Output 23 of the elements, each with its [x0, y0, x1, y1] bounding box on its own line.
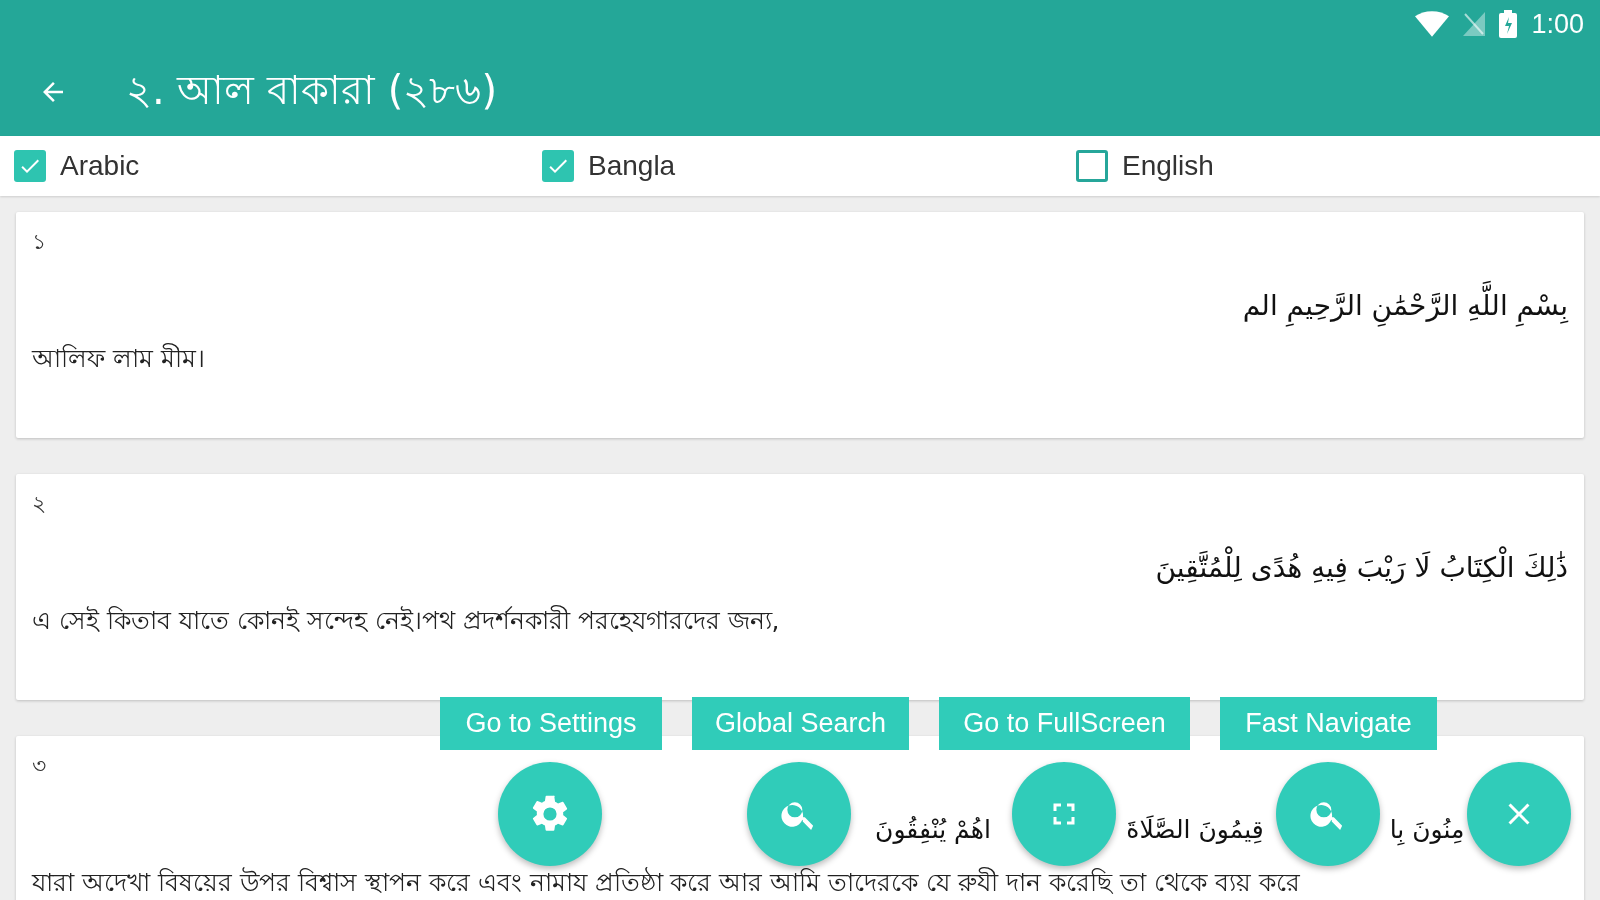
screen-title: ২. আল বাকারা (২৮৬)	[126, 65, 498, 115]
arabic-text: ذَٰلِكَ الْكِتَابُ لَا رَيْبَ فِيهِ هُدًى لِلْمُتَّقِينَ	[1155, 544, 1568, 592]
no-signal-icon	[1463, 12, 1486, 36]
bangla-translation: এ সেই কিতাব যাতে কোনই সন্দেহ নেই।পথ প্রদর্শনকারী পরহেযগারদের জন্য,	[32, 606, 780, 635]
wifi-icon	[1415, 11, 1450, 37]
language-checkbox[interactable]: Arabic	[14, 150, 542, 182]
action-label[interactable]: Fast Navigate	[1220, 697, 1437, 750]
action-label[interactable]: Global Search	[692, 697, 909, 750]
bangla-translation: যারা অদেখা বিষয়ের উপর বিশ্বাস স্থাপন করে এবং নামায প্রতিষ্ঠা করে আর আমি তাদেরকে যে রুযী দান করেছি তা থেকে ব্যয় করে	[32, 868, 1300, 897]
verse-number: ৩	[32, 753, 46, 778]
arabic-text: اهُمْ يُنْفِقُونَ	[874, 813, 992, 846]
language-checkbox[interactable]: Bangla	[542, 150, 1076, 182]
arabic-text: بِسْمِ اللَّهِ الرَّحْمَٰنِ الرَّحِيمِ الم	[1242, 282, 1568, 330]
action-label[interactable]: Go to FullScreen	[939, 697, 1190, 750]
arabic-text: مِنُونَ بِا	[1388, 813, 1466, 848]
language-checkbox[interactable]: English	[1076, 150, 1600, 182]
status-time: 1:00	[1531, 8, 1584, 40]
verse-number: ২	[32, 491, 46, 516]
action-label[interactable]: Go to Settings	[440, 697, 662, 750]
verse-number: ১	[32, 229, 46, 254]
arabic-text: قِيمُونَ الصَّلَاةَ	[1125, 813, 1265, 846]
bangla-translation: আলিফ লাম মীম।	[32, 344, 205, 373]
battery-icon	[1499, 10, 1518, 38]
